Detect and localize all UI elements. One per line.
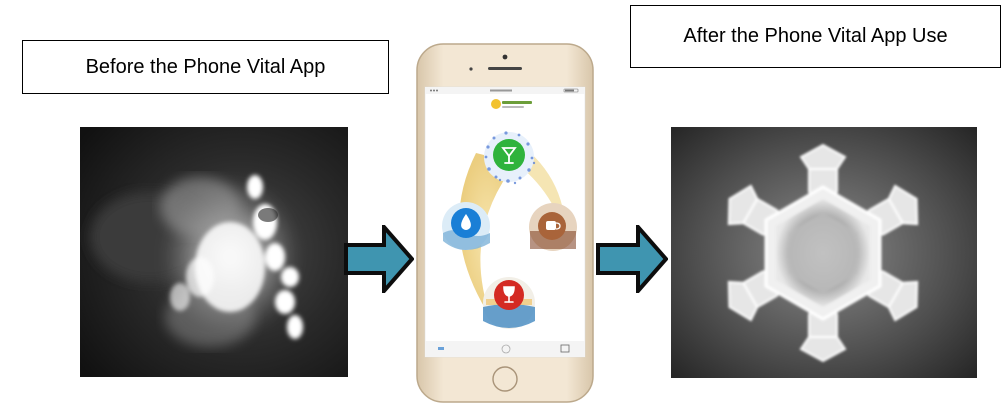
before-label-box: Before the Phone Vital App [22, 40, 389, 94]
after-label: After the Phone Vital App Use [683, 25, 948, 47]
right-arrow-icon [344, 225, 414, 293]
after-crystal-photo [671, 127, 977, 378]
before-label: Before the Phone Vital App [85, 55, 326, 78]
right-arrow-icon [596, 225, 668, 293]
after-label-box: After the Phone Vital App Use [630, 5, 1001, 68]
smartphone-icon [416, 43, 594, 403]
water-crystal-image [80, 127, 348, 377]
water-crystal-image [671, 127, 977, 378]
before-crystal-photo [80, 127, 348, 377]
